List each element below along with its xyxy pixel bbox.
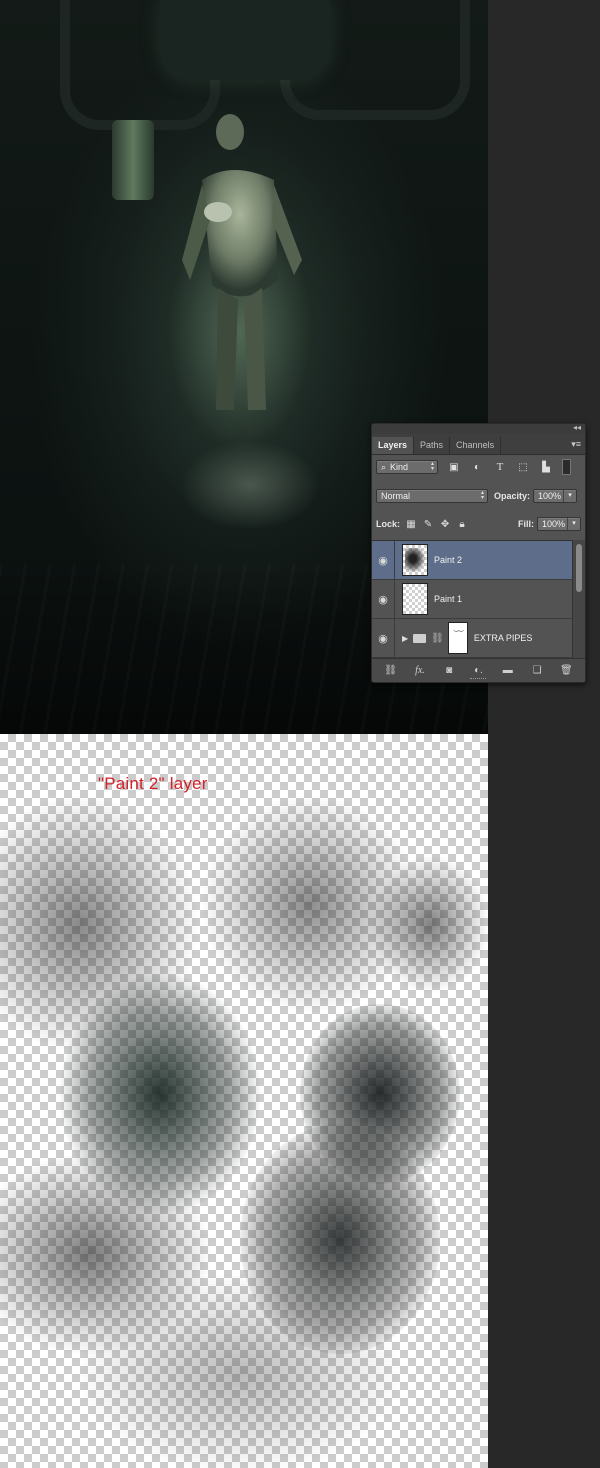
move-icon[interactable]: ✥ bbox=[439, 518, 451, 530]
layers-list: ◉ Paint 2 ◉ Paint 1 ◉ ▶ ⛓︎ ‿‿ EXTRA PIPE… bbox=[372, 540, 573, 659]
panel-tabs: Layers Paths Channels ▾≡ bbox=[372, 434, 585, 455]
layer-row[interactable]: ◉ Paint 2 bbox=[372, 541, 573, 580]
panel-bottom-toolbar: ⛓︎ fx. ◙ ◐. ▬ ❏ 🗑︎ bbox=[372, 658, 585, 682]
tab-paths[interactable]: Paths bbox=[414, 437, 451, 454]
layer-row[interactable]: ◉ Paint 1 bbox=[372, 580, 573, 619]
layer-name[interactable]: Paint 2 bbox=[434, 555, 462, 565]
machine-top bbox=[160, 0, 330, 80]
smart-object-filter-icon[interactable]: ▙ bbox=[539, 460, 553, 474]
link-layers-icon[interactable]: ⛓︎ bbox=[382, 665, 400, 676]
eye-icon[interactable]: ◉ bbox=[372, 541, 395, 579]
layer-name[interactable]: Paint 1 bbox=[434, 594, 462, 604]
blend-mode-value: Normal bbox=[381, 491, 411, 501]
mist bbox=[180, 440, 320, 530]
lock-transparency-icon[interactable]: ▦ bbox=[405, 518, 417, 530]
lock-row: Lock: ▦ ✎ ✥ 🔒︎ Fill: 100% ▾ bbox=[372, 516, 585, 532]
chevron-down-icon[interactable]: ▾ bbox=[563, 490, 576, 502]
canister bbox=[112, 120, 154, 200]
layers-scrollbar[interactable] bbox=[572, 540, 585, 658]
fill-label: Fill: bbox=[518, 519, 534, 529]
eye-icon[interactable]: ◉ bbox=[372, 580, 395, 618]
folder-icon bbox=[413, 633, 427, 643]
eye-icon[interactable]: ◉ bbox=[372, 619, 395, 657]
filter-toggle-icon[interactable] bbox=[562, 459, 571, 475]
layer-preview: "Paint 2" layer bbox=[0, 734, 488, 1468]
fill-value: 100% bbox=[542, 519, 566, 529]
adjustment-icon[interactable]: ◐. bbox=[469, 665, 487, 676]
panel-menu-icon[interactable]: ▾≡ bbox=[571, 439, 581, 450]
brush-icon[interactable]: ✎ bbox=[422, 518, 434, 530]
smoke-blob bbox=[80, 1274, 400, 1468]
trash-icon[interactable]: 🗑︎ bbox=[557, 665, 575, 676]
layer-name[interactable]: EXTRA PIPES bbox=[474, 633, 533, 643]
link-icon[interactable]: ⛓︎ bbox=[431, 633, 444, 644]
filter-kind-label: Kind bbox=[390, 462, 409, 472]
layer-row[interactable]: ◉ ▶ ⛓︎ ‿‿ EXTRA PIPES bbox=[372, 619, 573, 658]
expand-arrow-icon[interactable]: ▶ bbox=[402, 634, 408, 643]
new-layer-icon[interactable]: ❏ bbox=[528, 665, 546, 676]
lock-label: Lock: bbox=[376, 519, 401, 529]
fx-icon[interactable]: fx. bbox=[411, 665, 429, 676]
layers-panel[interactable]: ◂◂ Layers Paths Channels ▾≡ ⌕ Kind ▴ ▾ ▣ … bbox=[371, 423, 586, 683]
type-filter-icon[interactable]: T bbox=[493, 460, 507, 474]
layer-thumbnail[interactable] bbox=[402, 544, 428, 576]
tab-layers[interactable]: Layers bbox=[372, 437, 415, 454]
fill-field[interactable]: 100% ▾ bbox=[537, 517, 581, 531]
filter-kind-select[interactable]: ⌕ Kind ▴ ▾ bbox=[376, 460, 438, 474]
layer-mask-thumbnail[interactable]: ‿‿ bbox=[447, 622, 468, 654]
panel-titlebar[interactable]: ◂◂ bbox=[372, 424, 585, 434]
blend-row: Normal ▴ ▾ Opacity: 100% ▾ bbox=[372, 488, 585, 504]
resize-grip[interactable] bbox=[470, 678, 486, 681]
shape-filter-icon[interactable]: ⬚ bbox=[516, 460, 530, 474]
stepper-icon: ▴ ▾ bbox=[430, 461, 434, 472]
new-group-icon[interactable]: ▬ bbox=[499, 665, 517, 676]
chevron-down-icon[interactable]: ▾ bbox=[567, 518, 580, 530]
adjustment-filter-icon[interactable]: ◐ bbox=[470, 460, 484, 474]
opacity-label: Opacity: bbox=[494, 491, 531, 501]
search-icon: ⌕ bbox=[381, 461, 387, 472]
scrollbar-thumb[interactable] bbox=[576, 544, 582, 592]
preview-caption: "Paint 2" layer bbox=[98, 774, 208, 793]
smoke-blob bbox=[370, 854, 488, 994]
mask-icon[interactable]: ◙ bbox=[440, 665, 458, 676]
layer-thumbnail[interactable] bbox=[402, 583, 428, 615]
opacity-field[interactable]: 100% ▾ bbox=[533, 489, 578, 503]
opacity-value: 100% bbox=[538, 491, 562, 501]
image-filter-icon[interactable]: ▣ bbox=[447, 460, 461, 474]
filter-row: ⌕ Kind ▴ ▾ ▣ ◐ T ⬚ ▙ bbox=[372, 458, 585, 476]
cyborg-figure bbox=[182, 114, 302, 410]
collapse-icon[interactable]: ◂◂ bbox=[573, 424, 581, 432]
lock-icon[interactable]: 🔒︎ bbox=[456, 518, 468, 530]
blend-mode-select[interactable]: Normal ▴ ▾ bbox=[376, 489, 488, 503]
tab-channels[interactable]: Channels bbox=[450, 437, 502, 454]
stepper-icon: ▴ ▾ bbox=[480, 490, 484, 501]
